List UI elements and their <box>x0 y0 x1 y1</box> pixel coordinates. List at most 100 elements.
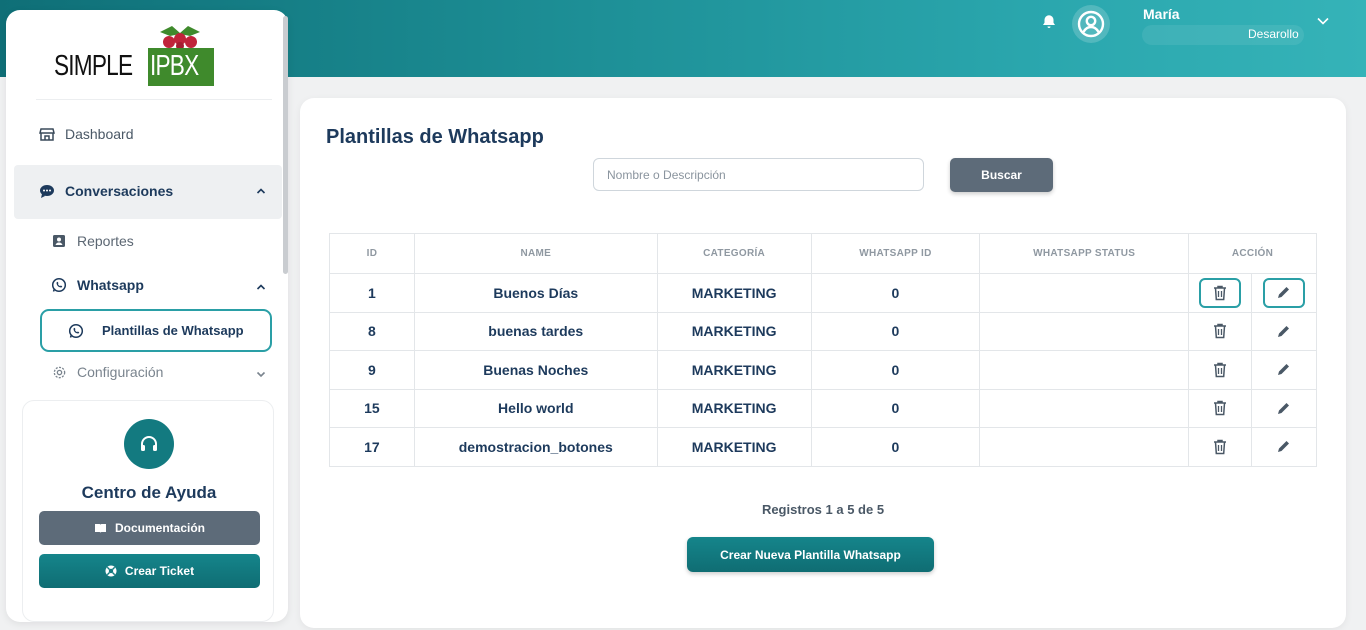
cell-delete <box>1188 273 1252 313</box>
cell-whatsapp-id: 0 <box>810 427 981 467</box>
user-avatar[interactable] <box>1072 5 1110 43</box>
pencil-icon <box>1278 441 1290 453</box>
search-button[interactable]: Buscar <box>950 158 1053 192</box>
logo-text: SIMPLE <box>54 50 133 82</box>
chat-bubble-icon <box>39 183 55 199</box>
trash-icon <box>1214 285 1226 300</box>
cell-delete <box>1188 388 1252 428</box>
chevron-up-icon[interactable] <box>256 282 266 292</box>
bell-icon[interactable] <box>1040 12 1058 32</box>
sidebar-item-plantillas-whatsapp[interactable]: Plantillas de Whatsapp <box>40 309 272 352</box>
delete-button[interactable] <box>1199 316 1241 346</box>
cell-category: MARKETING <box>656 311 812 351</box>
cell-whatsapp-id: 0 <box>810 311 981 351</box>
lifebuoy-icon <box>105 565 117 577</box>
logo[interactable]: SIMPLE IPBX <box>44 24 219 88</box>
create-ticket-button-label: Crear Ticket <box>124 564 195 578</box>
cell-edit <box>1250 273 1318 313</box>
delete-button[interactable] <box>1199 277 1241 308</box>
help-center-card: Centro de Ayuda Documentación Crear Tick… <box>22 400 274 622</box>
cell-whatsapp-status <box>979 273 1190 313</box>
column-header-action: ACCIÓN <box>1188 233 1317 274</box>
divider <box>36 99 272 100</box>
column-header-category[interactable]: CATEGORÍA <box>656 233 812 274</box>
sidebar-item-label: Dashboard <box>65 126 134 142</box>
user-name: María <box>1143 6 1180 22</box>
user-circle-icon <box>1077 10 1105 38</box>
main-content-card: Plantillas de Whatsapp Buscar ID NAME CA… <box>300 98 1346 628</box>
cell-whatsapp-id: 0 <box>810 388 981 428</box>
create-ticket-button[interactable]: Crear Ticket <box>39 554 260 588</box>
sidebar-item-label: Conversaciones <box>65 183 174 199</box>
delete-button[interactable] <box>1199 432 1241 462</box>
logo-badge: IPBX <box>148 48 214 86</box>
cell-whatsapp-status <box>979 427 1190 467</box>
cell-name: Buenas Noches <box>413 350 658 390</box>
store-icon <box>39 126 55 142</box>
search-input[interactable] <box>593 158 924 191</box>
edit-button[interactable] <box>1263 316 1305 346</box>
cell-name: Hello world <box>413 388 658 428</box>
delete-button[interactable] <box>1199 393 1241 423</box>
table-row: 15 Hello world MARKETING 0 <box>329 388 1318 428</box>
cell-edit <box>1250 388 1318 428</box>
edit-button[interactable] <box>1263 393 1305 423</box>
page-title: Plantillas de Whatsapp <box>326 126 544 148</box>
sidebar-item-conversaciones[interactable]: Conversaciones <box>39 183 173 199</box>
column-header-whatsapp-status[interactable]: WHATSAPP STATUS <box>979 233 1190 274</box>
documentation-button-label: Documentación <box>114 521 205 535</box>
cell-whatsapp-id: 0 <box>810 273 981 313</box>
cell-category: MARKETING <box>656 427 812 467</box>
whatsapp-icon <box>68 323 84 339</box>
chevron-down-icon[interactable] <box>256 369 266 379</box>
cell-whatsapp-status <box>979 350 1190 390</box>
trash-icon <box>1214 439 1226 454</box>
cell-whatsapp-status <box>979 311 1190 351</box>
templates-table: ID NAME CATEGORÍA WHATSAPP ID WHATSAPP S… <box>329 233 1318 467</box>
cell-edit <box>1250 350 1318 390</box>
help-center-title: Centro de Ayuda <box>81 483 217 502</box>
sidebar-scrollbar[interactable] <box>283 16 288 274</box>
sidebar-item-label: Configuración <box>77 364 164 380</box>
raspberry-icon <box>160 26 200 50</box>
cell-name: demostracion_botones <box>413 427 658 467</box>
pencil-icon <box>1278 325 1290 337</box>
column-header-name[interactable]: NAME <box>413 233 658 274</box>
cell-delete <box>1188 350 1252 390</box>
sidebar-item-dashboard[interactable]: Dashboard <box>39 126 134 142</box>
pencil-icon <box>1278 287 1290 299</box>
sidebar-item-label: Reportes <box>77 233 134 249</box>
edit-button[interactable] <box>1263 355 1305 385</box>
cell-name: Buenos Días <box>413 273 658 313</box>
logo-badge-text: IPBX <box>150 50 199 82</box>
pencil-icon <box>1278 402 1290 414</box>
cell-category: MARKETING <box>656 388 812 428</box>
cell-id: 17 <box>329 427 415 467</box>
sidebar-item-configuracion[interactable]: Configuración <box>51 364 163 380</box>
sidebar-item-reportes[interactable]: Reportes <box>51 233 134 249</box>
pencil-icon <box>1278 364 1290 376</box>
trash-icon <box>1214 324 1226 339</box>
documentation-button[interactable]: Documentación <box>39 511 260 545</box>
cell-id: 8 <box>329 311 415 351</box>
delete-button[interactable] <box>1199 355 1241 385</box>
cell-delete <box>1188 427 1252 467</box>
edit-button[interactable] <box>1263 432 1305 462</box>
table-row: 17 demostracion_botones MARKETING 0 <box>329 427 1318 467</box>
sidebar-item-whatsapp[interactable]: Whatsapp <box>51 277 144 293</box>
chevron-up-icon[interactable] <box>256 186 266 196</box>
table-row: 9 Buenas Noches MARKETING 0 <box>329 350 1318 390</box>
create-template-button[interactable]: Crear Nueva Plantilla Whatsapp <box>687 537 934 572</box>
book-icon <box>94 523 106 533</box>
cell-id: 9 <box>329 350 415 390</box>
cell-name: buenas tardes <box>413 311 658 351</box>
column-header-id[interactable]: ID <box>329 233 415 274</box>
chevron-down-icon[interactable] <box>1316 14 1330 28</box>
column-header-whatsapp-id[interactable]: WHATSAPP ID <box>810 233 981 274</box>
cell-whatsapp-id: 0 <box>810 350 981 390</box>
user-role: Desarollo <box>1248 27 1299 41</box>
whatsapp-icon <box>51 277 67 293</box>
edit-button[interactable] <box>1262 277 1305 308</box>
cell-whatsapp-status <box>979 388 1190 428</box>
table-header-row: ID NAME CATEGORÍA WHATSAPP ID WHATSAPP S… <box>329 233 1317 274</box>
